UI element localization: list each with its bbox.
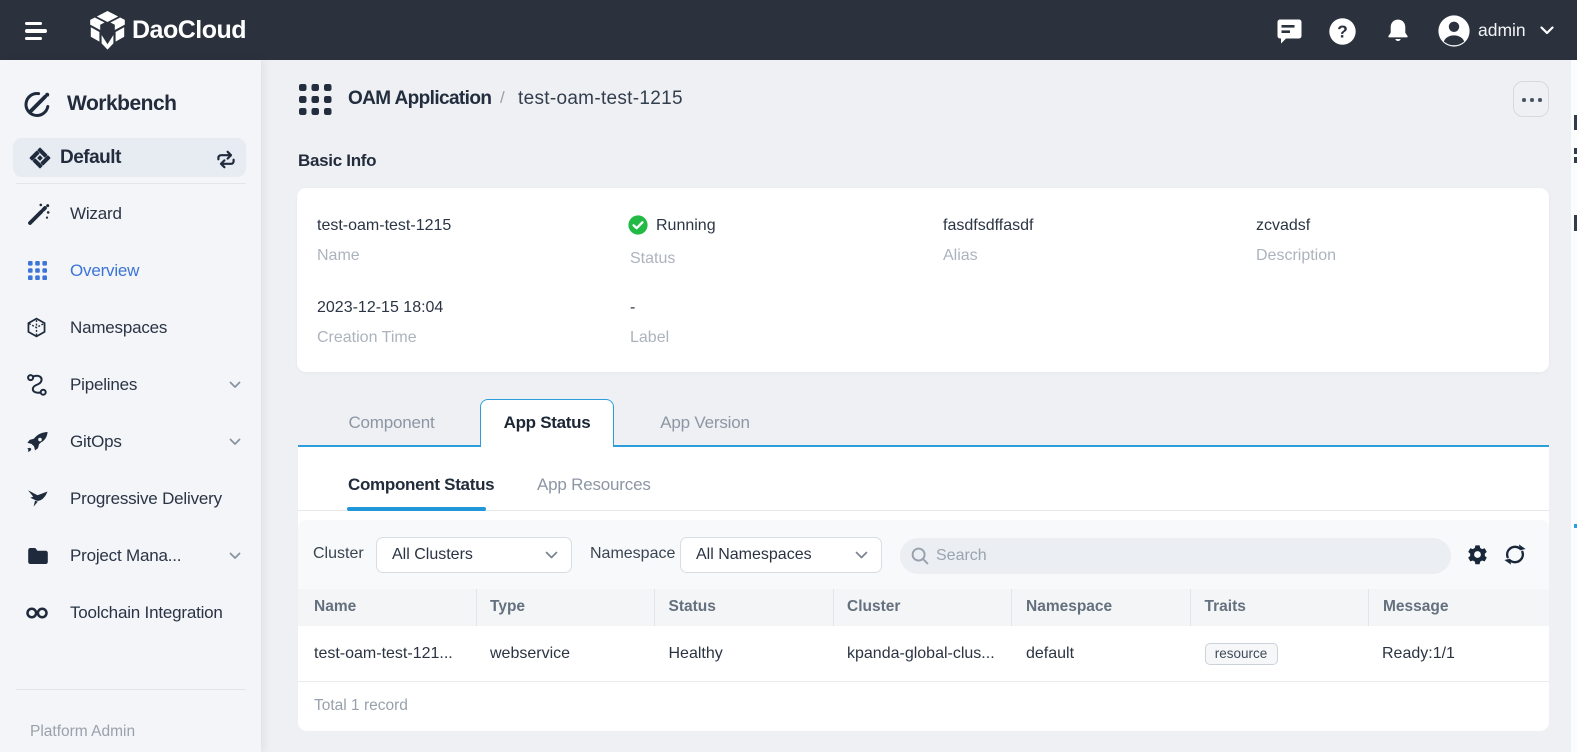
svg-text:?: ? xyxy=(1337,21,1348,41)
